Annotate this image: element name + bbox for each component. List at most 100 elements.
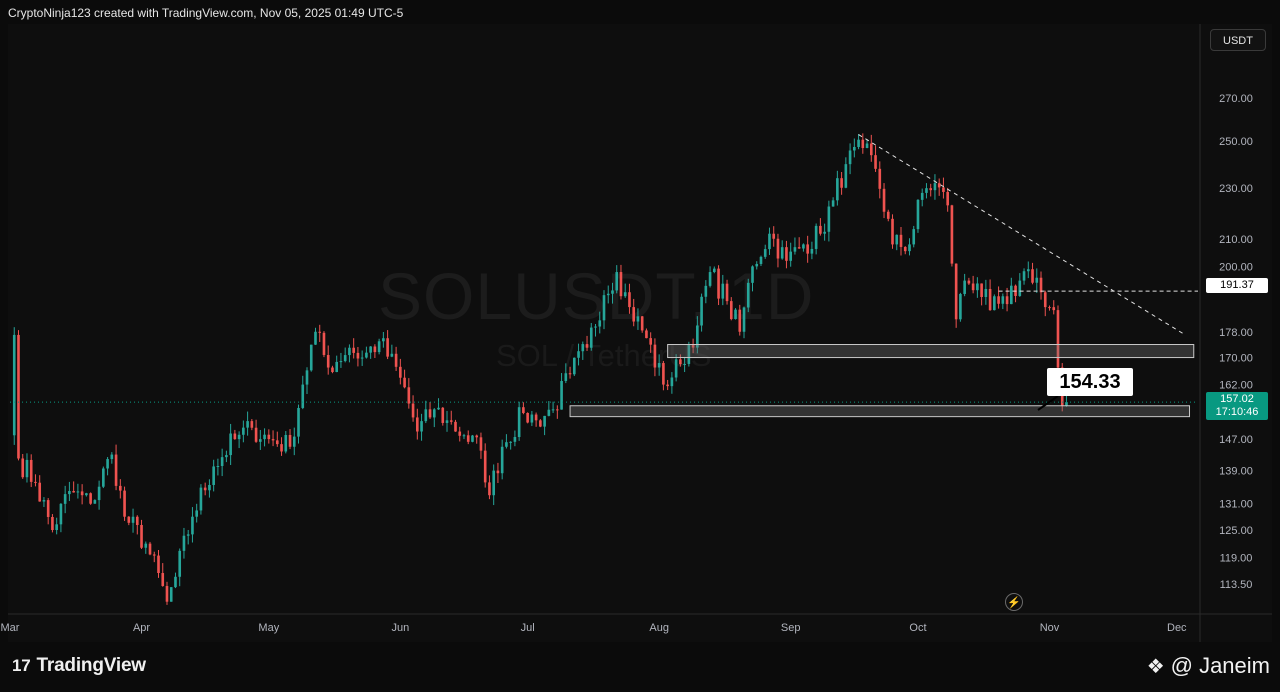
candle-up <box>1022 271 1026 281</box>
candle-down <box>980 283 983 297</box>
candle-up <box>63 494 67 504</box>
candle-down <box>526 412 529 423</box>
current-price-value: 157.02 <box>1220 393 1254 405</box>
candle-down <box>645 330 648 339</box>
candle-down <box>997 296 1000 304</box>
candle-up <box>292 436 296 447</box>
candle-up <box>432 409 436 418</box>
candle-down <box>148 543 152 555</box>
candle-down <box>522 407 525 413</box>
candle-up <box>721 283 725 299</box>
flash-icon[interactable]: ⚡ <box>1005 593 1023 611</box>
candle-down <box>534 414 538 421</box>
candle-down <box>411 403 415 418</box>
candle-up <box>581 344 585 352</box>
candle-up <box>68 491 71 495</box>
candle-up <box>589 327 593 348</box>
candle-down <box>1039 277 1043 293</box>
candle-up <box>500 446 504 474</box>
candle-down <box>869 143 873 156</box>
candle-up <box>704 285 708 297</box>
candle-down <box>17 334 20 459</box>
candle-down <box>475 435 479 438</box>
candle-up <box>712 268 716 273</box>
candle-down <box>1043 292 1047 308</box>
candle-up <box>492 470 496 496</box>
candle-down <box>51 516 54 531</box>
level-price-tag: 191.37 <box>1206 278 1268 293</box>
x-tick-label: Mar <box>1 622 20 634</box>
candle-up <box>471 435 474 442</box>
candle-up <box>377 341 381 353</box>
candle-up <box>895 234 899 245</box>
candle-up <box>925 188 928 193</box>
x-tick-label: Nov <box>1040 622 1060 634</box>
candle-up <box>178 550 182 577</box>
x-tick-label: Jun <box>391 622 409 634</box>
tradingview-wordmark: TradingView <box>36 655 147 676</box>
candle-up <box>102 468 105 487</box>
candle-down <box>488 482 491 496</box>
candle-up <box>348 347 351 356</box>
candle-down <box>942 187 945 192</box>
candle-down <box>878 168 882 189</box>
candle-up <box>225 455 228 458</box>
candle-down <box>428 409 432 418</box>
candle-up <box>93 500 97 504</box>
candle-down <box>454 421 457 432</box>
support-zone <box>569 405 1191 418</box>
y-tick-label: 131.00 <box>1219 499 1253 511</box>
candle-down <box>946 191 949 206</box>
candle-up <box>314 331 317 345</box>
candle-up <box>259 439 262 442</box>
candle-up <box>55 524 58 531</box>
current-price-tag: 157.02 17:10:46 <box>1206 392 1268 420</box>
candle-up <box>25 459 29 478</box>
candle-up <box>343 355 347 362</box>
candle-down <box>123 490 126 517</box>
candle-up <box>615 272 619 291</box>
candle-up <box>360 357 364 359</box>
candle-up <box>780 247 784 259</box>
candle-up <box>220 457 224 466</box>
y-tick-label: 119.00 <box>1220 553 1253 565</box>
candle-up <box>530 414 534 423</box>
candle-up <box>560 381 563 410</box>
tradingview-logo[interactable]: 17 TradingView <box>12 654 146 678</box>
candle-up <box>186 534 190 536</box>
candle-up <box>208 484 211 491</box>
candle-down <box>280 444 283 452</box>
x-tick-label: Sep <box>781 622 801 634</box>
candle-up <box>802 244 805 249</box>
price-chart[interactable]: 270.00 250.00 230.00 210.00 200.00 178.00 170.… <box>0 0 1280 692</box>
candle-up <box>144 543 148 548</box>
candle-up <box>212 466 215 485</box>
resistance-trendline <box>858 134 1186 336</box>
candle-down <box>458 431 462 436</box>
candle-up <box>755 263 759 267</box>
tradingview-logo-icon: 17 <box>12 656 31 675</box>
candle-down <box>89 493 92 504</box>
candle-down <box>937 183 941 188</box>
candle-up <box>517 407 521 438</box>
candle-down <box>114 454 118 486</box>
candle-down <box>271 439 275 441</box>
candle-down <box>250 421 254 428</box>
candle-up <box>793 247 797 252</box>
candle-up <box>284 434 288 452</box>
candle-down <box>386 338 389 357</box>
candle-up <box>106 459 109 469</box>
candle-down <box>288 434 292 447</box>
currency-button[interactable]: USDT <box>1210 29 1266 51</box>
candle-down <box>118 485 122 491</box>
candle-up <box>810 248 814 254</box>
candle-up <box>76 491 80 493</box>
candle-down <box>971 283 975 291</box>
candle-down <box>399 366 402 378</box>
candle-down <box>539 420 542 427</box>
candle-down <box>356 352 360 359</box>
candle-up <box>462 435 466 437</box>
candle-up <box>424 409 428 422</box>
candle-up <box>920 192 924 200</box>
x-tick-label: May <box>258 622 279 634</box>
